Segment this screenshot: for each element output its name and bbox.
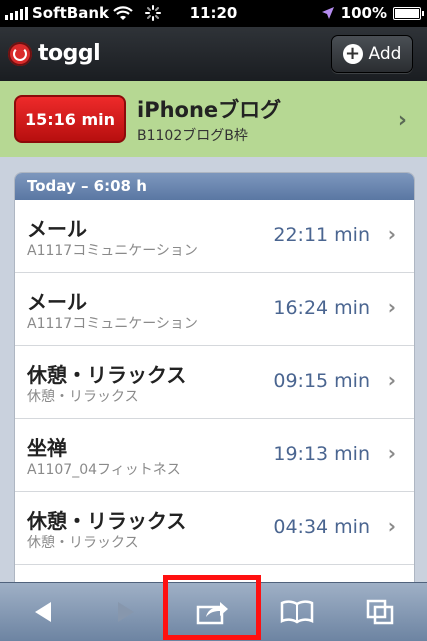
- app-header: toggl + Add: [0, 27, 427, 81]
- entry-title: メール: [27, 290, 87, 314]
- running-entry[interactable]: 15:16 min iPhoneブログ B1102ブログB枠 ›: [0, 81, 427, 157]
- list-item[interactable]: 坐禅 A1107_04フィットネス 19:13 min ›: [15, 419, 414, 492]
- chevron-right-icon: ›: [397, 108, 407, 133]
- status-bar: SoftBank 11:20 100%: [0, 0, 427, 27]
- list-section-header: Today – 6:08 h: [15, 173, 414, 200]
- app-name: toggl: [38, 41, 101, 66]
- back-icon: [35, 602, 51, 622]
- list-item[interactable]: メール A1117コミュニケーション 22:11 min ›: [15, 200, 414, 273]
- entry-duration: 09:15 min: [273, 370, 370, 392]
- time-entry-list: Today – 6:08 h メール A1117コミュニケーション 22:11 …: [14, 172, 415, 594]
- share-highlight-box: [163, 575, 261, 640]
- chevron-right-icon: ›: [387, 368, 396, 392]
- chevron-right-icon: ›: [387, 295, 396, 319]
- plus-icon: +: [342, 44, 363, 64]
- entry-title: 坐禅: [27, 436, 67, 460]
- location-icon: [321, 7, 334, 19]
- tabs-icon: [366, 599, 394, 625]
- entry-project: 休憩・リラックス: [27, 389, 139, 405]
- running-entry-title: iPhoneブログ: [137, 98, 282, 122]
- running-entry-project: B1102ブログB枠: [137, 128, 248, 144]
- entry-title: メール: [27, 217, 87, 241]
- entry-project: 休憩・リラックス: [27, 535, 139, 551]
- add-button-label: Add: [368, 44, 402, 64]
- battery-percent: 100%: [340, 4, 387, 22]
- battery-icon: [393, 6, 424, 20]
- list-item[interactable]: 休憩・リラックス 休憩・リラックス 04:34 min ›: [15, 492, 414, 565]
- toggl-logo-icon: [8, 41, 32, 66]
- entry-duration: 22:11 min: [273, 224, 370, 246]
- entry-project: A1117コミュニケーション: [27, 243, 198, 259]
- list-item[interactable]: メール A1117コミュニケーション 16:24 min ›: [15, 273, 414, 346]
- entry-project: A1107_04フィットネス: [27, 462, 181, 478]
- bookmarks-icon: [280, 600, 314, 624]
- entry-title: 休憩・リラックス: [27, 509, 187, 533]
- chevron-right-icon: ›: [387, 222, 396, 246]
- back-button[interactable]: [13, 591, 73, 633]
- stop-timer-button[interactable]: 15:16 min: [14, 95, 126, 143]
- entry-duration: 19:13 min: [273, 443, 370, 465]
- forward-button[interactable]: [96, 591, 156, 633]
- add-button[interactable]: + Add: [331, 35, 413, 73]
- tabs-button[interactable]: [350, 591, 410, 633]
- chevron-right-icon: ›: [387, 514, 396, 538]
- forward-icon: [118, 602, 134, 622]
- entry-duration: 16:24 min: [273, 297, 370, 319]
- entry-title: 休憩・リラックス: [27, 363, 187, 387]
- running-timer: 15:16 min: [24, 109, 116, 129]
- entry-project: A1117コミュニケーション: [27, 316, 198, 332]
- battery-group: 100%: [321, 4, 424, 22]
- app-logo: toggl: [8, 41, 101, 66]
- chevron-right-icon: ›: [387, 441, 396, 465]
- bookmarks-button[interactable]: [267, 591, 327, 633]
- list-item[interactable]: 休憩・リラックス 休憩・リラックス 09:15 min ›: [15, 346, 414, 419]
- entry-duration: 04:34 min: [273, 516, 370, 538]
